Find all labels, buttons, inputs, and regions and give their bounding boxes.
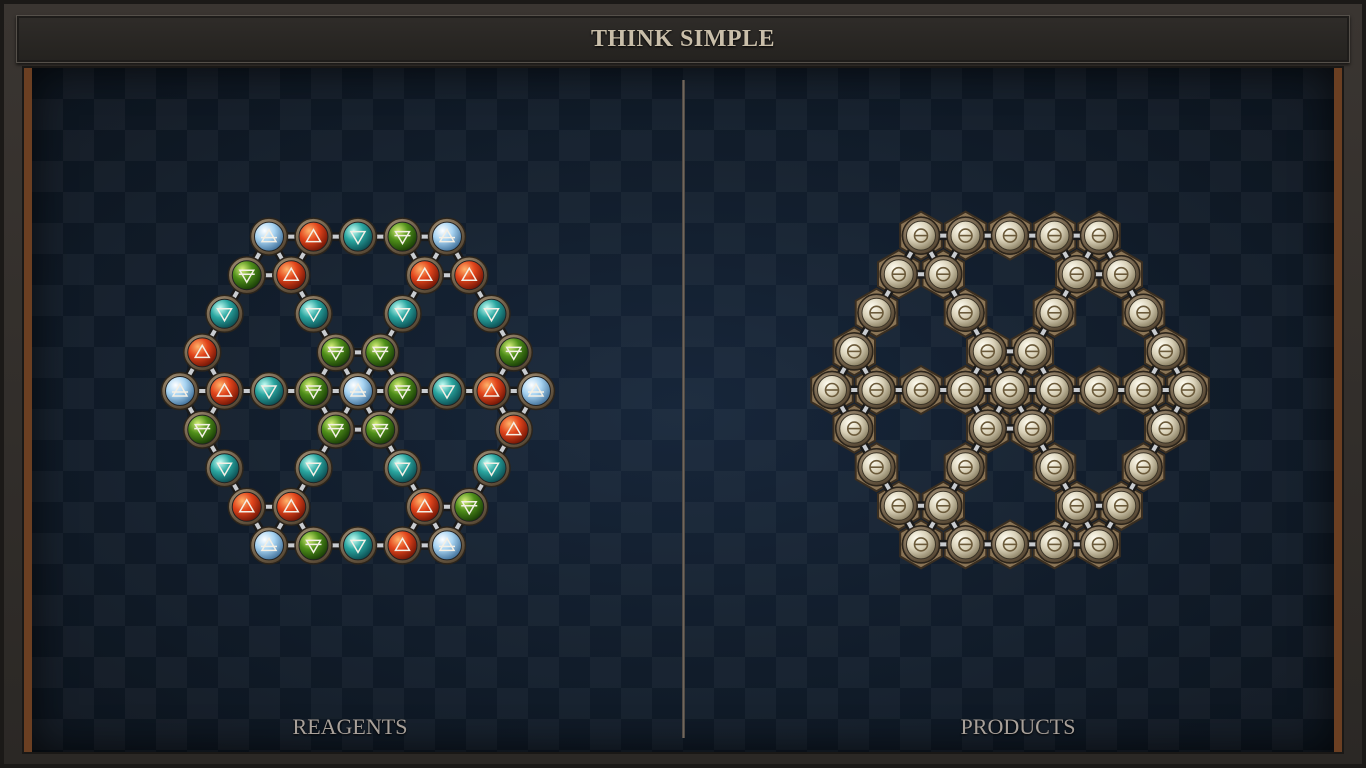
earth-atom [498,337,529,368]
earth-atom [365,414,396,445]
fire-atom [498,414,529,445]
water-atom [343,530,373,561]
water-atom [476,298,507,329]
earth-atom [320,414,351,445]
fire-atom [187,337,218,368]
earth-atom [187,414,218,445]
fire-atom [409,260,440,291]
fire-atom [454,260,485,291]
air-atom [254,221,284,252]
water-atom [432,376,462,406]
air-atom [521,376,551,406]
fire-atom [231,491,262,522]
products-label: PRODUCTS [960,714,1076,739]
molecule-canvas [160,210,1210,570]
water-atom [343,221,373,252]
earth-atom [454,491,485,522]
fire-atom [276,260,307,291]
air-atom [432,530,462,561]
fire-atom [476,376,507,406]
water-atom [209,298,240,329]
earth-atom [320,337,351,368]
reagents-label: REAGENTS [292,714,408,739]
reagents-molecule [160,217,556,565]
water-atom [209,453,240,484]
air-atom [254,530,284,561]
fire-atom [276,491,307,522]
fire-atom [409,491,440,522]
earth-atom [365,337,396,368]
fire-atom [298,221,329,252]
earth-atom [298,376,329,406]
air-atom [432,221,462,252]
water-atom [387,453,418,484]
water-atom [476,453,507,484]
earth-atom [387,376,418,406]
products-molecule [810,210,1210,570]
fire-atom [387,530,418,561]
water-atom [298,453,329,484]
water-atom [387,298,418,329]
water-atom [254,376,284,406]
earth-atom [387,221,418,252]
earth-atom [298,530,329,561]
water-atom [298,298,329,329]
air-atom [343,376,373,406]
fire-atom [209,376,240,406]
air-atom [165,376,195,406]
earth-atom [231,260,262,291]
